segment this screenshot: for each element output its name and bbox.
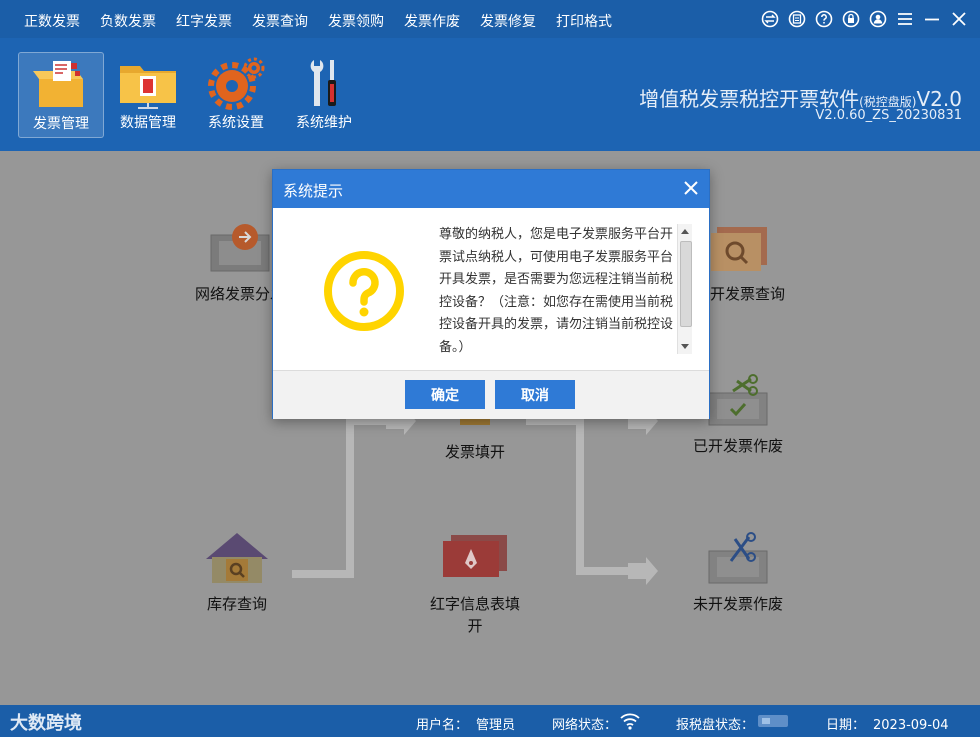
close-icon[interactable]: [950, 10, 968, 28]
scroll-up-icon[interactable]: [681, 229, 689, 234]
status-date-label: 日期：: [826, 718, 866, 733]
menu-invoice-query[interactable]: 发票查询: [252, 11, 308, 31]
window-controls: [761, 9, 968, 29]
wifi-icon: [620, 713, 640, 730]
menu-positive-invoice[interactable]: 正数发票: [24, 11, 80, 31]
main-toolbar: 发票管理 数据管理 系统设置 系统维护 增值税发票税控开票软件(税控盘版)V2.…: [0, 38, 980, 151]
dialog-header: 系统提示: [273, 170, 709, 208]
network-invoice-icon: [210, 224, 270, 272]
wrench-icon: [310, 60, 336, 106]
status-network-label: 网络状态：: [552, 718, 618, 733]
scroll-thumb[interactable]: [680, 241, 692, 327]
message-scrollbar[interactable]: [677, 224, 692, 354]
dialog-footer: 确定 取消: [273, 370, 709, 419]
status-disk: 报税盘状态：: [676, 714, 754, 733]
flow-connector: [346, 417, 354, 578]
tool-invoice-management[interactable]: 发票管理: [18, 52, 104, 138]
gift-icon[interactable]: [788, 10, 806, 28]
status-user: 用户名： 管理员: [416, 714, 515, 733]
cancel-button[interactable]: 取消: [495, 380, 575, 409]
app-version: V2.0.60_ZS_20230831: [815, 108, 962, 123]
tax-disk-icon: [758, 715, 788, 727]
menu-invoice-repair[interactable]: 发票修复: [480, 11, 536, 31]
menu-red-invoice[interactable]: 红字发票: [176, 11, 232, 31]
flow-connector: [576, 417, 584, 575]
flow-connector: [576, 567, 636, 575]
app-edition: (税控盘版): [859, 95, 917, 109]
node-stock-query[interactable]: 库存查询: [177, 529, 297, 615]
top-menubar: 正数发票 负数发票 红字发票 发票查询 发票领购 发票作废 发票修复 打印格式: [0, 0, 980, 38]
gear-icon: [208, 57, 265, 110]
swap-icon[interactable]: [761, 10, 779, 28]
status-date-value: 2023-09-04: [873, 718, 949, 733]
dialog-message: 尊敬的纳税人，您是电子发票服务平台开票试点纳税人，可使用电子发票服务平台开具发票…: [439, 227, 674, 354]
tool-label: 系统设置: [208, 115, 264, 131]
ok-button[interactable]: 确定: [405, 380, 485, 409]
menu-print-format[interactable]: 打印格式: [556, 11, 612, 31]
scissors-invoice-icon: [708, 374, 768, 426]
issued-query-icon: [711, 227, 767, 271]
tool-label: 系统维护: [296, 115, 352, 131]
invoice-box-icon: [33, 61, 83, 107]
menu-icon[interactable]: [896, 10, 914, 28]
system-prompt-dialog: 系统提示 尊敬的纳税人，您是电子发票服务平台开票试点纳税人，可使用电子发票服务平…: [272, 169, 710, 419]
dialog-close-icon[interactable]: [681, 178, 701, 198]
status-date: 日期： 2023-09-04: [826, 714, 949, 733]
status-user-value: 管理员: [476, 718, 516, 733]
tool-data-management[interactable]: 数据管理: [106, 52, 190, 136]
question-icon: [324, 251, 404, 331]
flow-connector: [292, 570, 354, 578]
scissors-blank-icon: [708, 532, 768, 584]
warehouse-search-icon: [206, 533, 268, 583]
tool-label: 发票管理: [33, 116, 89, 132]
user-icon[interactable]: [869, 10, 887, 28]
status-network: 网络状态：: [552, 714, 617, 733]
lock-icon[interactable]: [842, 10, 860, 28]
tool-label: 数据管理: [120, 115, 176, 131]
dialog-title: 系统提示: [283, 182, 344, 200]
folder-icon: [120, 66, 176, 109]
help-icon[interactable]: [815, 10, 833, 28]
menu-negative-invoice[interactable]: 负数发票: [100, 11, 156, 31]
menu-invoice-void[interactable]: 发票作废: [404, 11, 460, 31]
status-user-label: 用户名：: [416, 718, 469, 733]
node-red-info[interactable]: 红字信息表填开: [415, 529, 535, 637]
scroll-down-icon[interactable]: [681, 344, 689, 349]
status-bar: 大数跨境 用户名： 管理员 网络状态： 报税盘状态： 日期： 2023-09-04: [0, 705, 980, 737]
menu-invoice-purchase[interactable]: 发票领购: [328, 11, 384, 31]
tool-system-settings[interactable]: 系统设置: [194, 52, 278, 136]
node-unissued-void[interactable]: 未开发票作废: [678, 529, 798, 615]
tool-system-maintenance[interactable]: 系统维护: [282, 52, 366, 136]
red-invoice-pen-icon: [443, 535, 507, 577]
status-disk-label: 报税盘状态：: [676, 718, 755, 733]
brand-logo: 大数跨境: [10, 713, 82, 734]
flow-arrow: [628, 557, 658, 585]
dialog-body: 尊敬的纳税人，您是电子发票服务平台开票试点纳税人，可使用电子发票服务平台开具发票…: [273, 208, 709, 368]
minimize-icon[interactable]: [923, 10, 941, 28]
